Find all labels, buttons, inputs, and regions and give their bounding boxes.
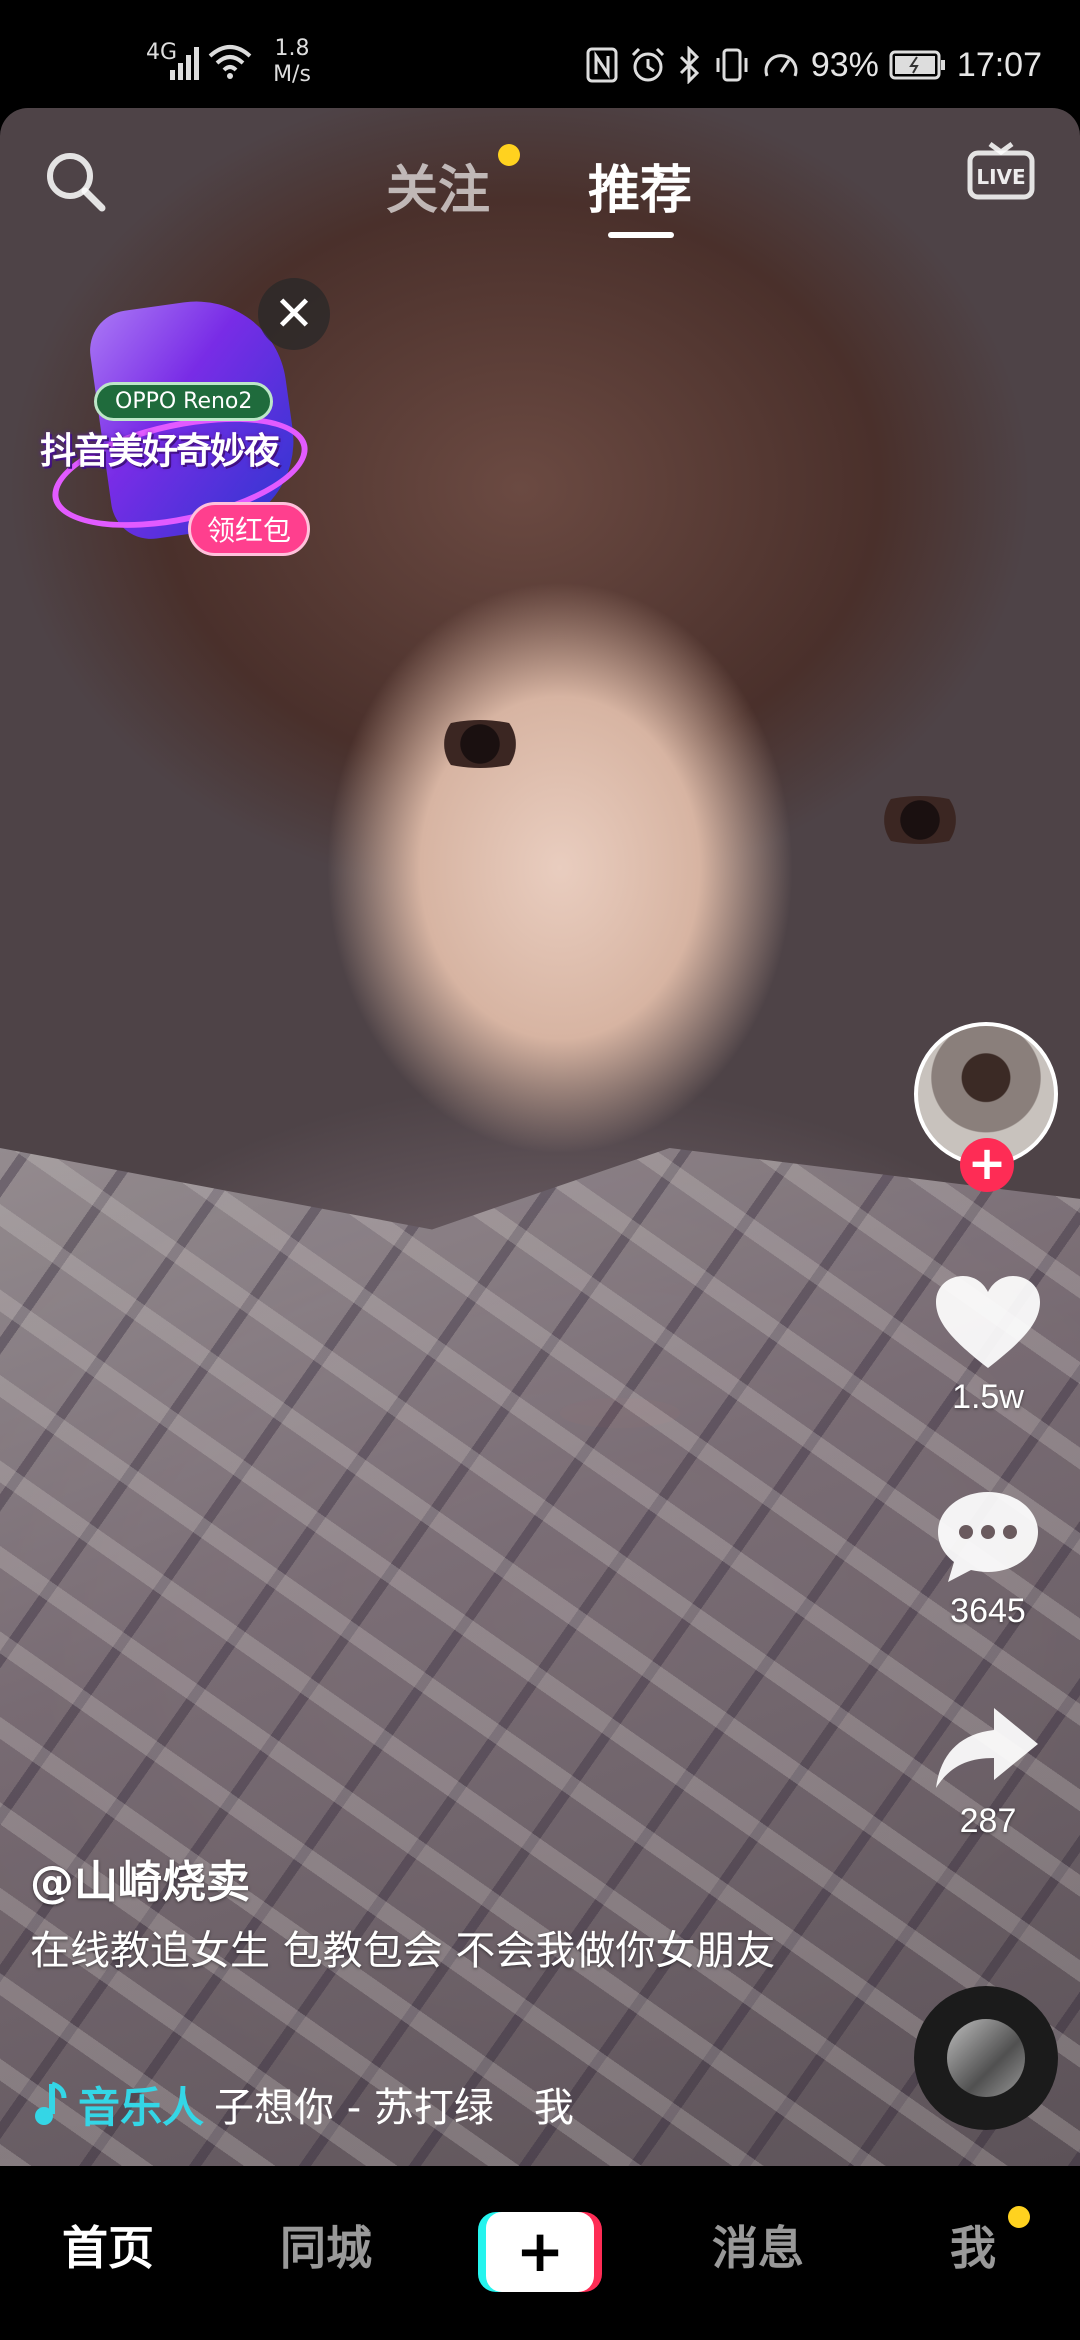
tab-recommend[interactable]: 推荐 xyxy=(588,148,692,223)
share-count: 287 xyxy=(959,1802,1017,1840)
notification-dot xyxy=(498,144,520,166)
author-name[interactable]: @山崎烧卖 xyxy=(30,1846,250,1910)
vibrate-icon xyxy=(716,48,748,82)
tab-following[interactable]: 关注 xyxy=(386,148,490,223)
follow-button[interactable]: + xyxy=(960,1138,1014,1192)
comment-button[interactable]: 3645 xyxy=(920,1486,1056,1631)
like-button[interactable]: 1.5w xyxy=(920,1272,1056,1417)
promo-title: 抖音美好奇妙夜 xyxy=(40,431,280,472)
network-speed: 1.8 M/s xyxy=(262,36,322,88)
video-frame-detail xyxy=(0,1148,1080,2166)
music-artist-tag: 音乐人 xyxy=(78,2082,205,2132)
comment-icon xyxy=(938,1492,1038,1582)
status-icons: 93% 17:07 xyxy=(585,40,1042,90)
music-disc[interactable] xyxy=(914,1986,1058,2130)
bottom-tab-bar: 首页 同城 + 消息 我 xyxy=(0,2166,1080,2340)
speed-unit: M/s xyxy=(273,62,311,87)
live-label: LIVE xyxy=(976,165,1025,189)
share-button[interactable]: 287 xyxy=(920,1704,1056,1841)
tab-me[interactable]: 我 xyxy=(950,2212,996,2278)
red-packet-button[interactable]: 领红包 xyxy=(188,502,311,556)
close-icon[interactable]: ✕ xyxy=(258,278,330,350)
author-avatar-group[interactable]: + xyxy=(914,1022,1058,1192)
battery-percent: 93% xyxy=(810,45,879,84)
live-icon[interactable]: LIVE xyxy=(966,136,1036,206)
music-title: 子想你 - 苏打绿 我 xyxy=(214,2085,574,2131)
promo-tag: OPPO Reno2 xyxy=(94,382,274,421)
like-count: 1.5w xyxy=(952,1378,1024,1416)
search-icon[interactable] xyxy=(40,146,110,216)
tab-home[interactable]: 首页 xyxy=(62,2212,154,2278)
wifi-icon xyxy=(208,45,252,79)
video-frame-detail xyxy=(860,796,980,844)
tab-messages[interactable]: 消息 xyxy=(712,2212,804,2278)
notification-dot xyxy=(1008,2206,1030,2228)
comment-count: 3645 xyxy=(950,1592,1026,1630)
speed-value: 1.8 xyxy=(274,36,310,61)
create-button[interactable]: + xyxy=(478,2212,602,2292)
music-cover xyxy=(947,2019,1025,2097)
music-note-icon xyxy=(35,2081,67,2125)
nfc-icon xyxy=(586,47,618,83)
speedometer-icon xyxy=(764,54,798,77)
status-bar: 4G 1.8 M/s 93% 17:07 xyxy=(0,0,1080,108)
share-icon xyxy=(936,1708,1038,1788)
signal-icon xyxy=(170,47,199,80)
battery-icon xyxy=(889,50,945,80)
top-nav: 关注 推荐 LIVE xyxy=(0,108,1080,258)
tab-nearby[interactable]: 同城 xyxy=(280,2212,372,2278)
clock: 17:07 xyxy=(956,45,1042,84)
video-description: 在线教追女生 包教包会 不会我做你女朋友 xyxy=(30,1928,776,1974)
active-tab-indicator xyxy=(608,232,674,238)
video-frame-detail xyxy=(420,720,540,768)
plus-icon: + xyxy=(486,2212,594,2292)
alarm-icon xyxy=(631,47,664,82)
bluetooth-icon xyxy=(679,46,699,84)
music-info[interactable]: 音乐人 子想你 - 苏打绿 我 xyxy=(30,2076,590,2132)
heart-icon xyxy=(936,1276,1040,1368)
